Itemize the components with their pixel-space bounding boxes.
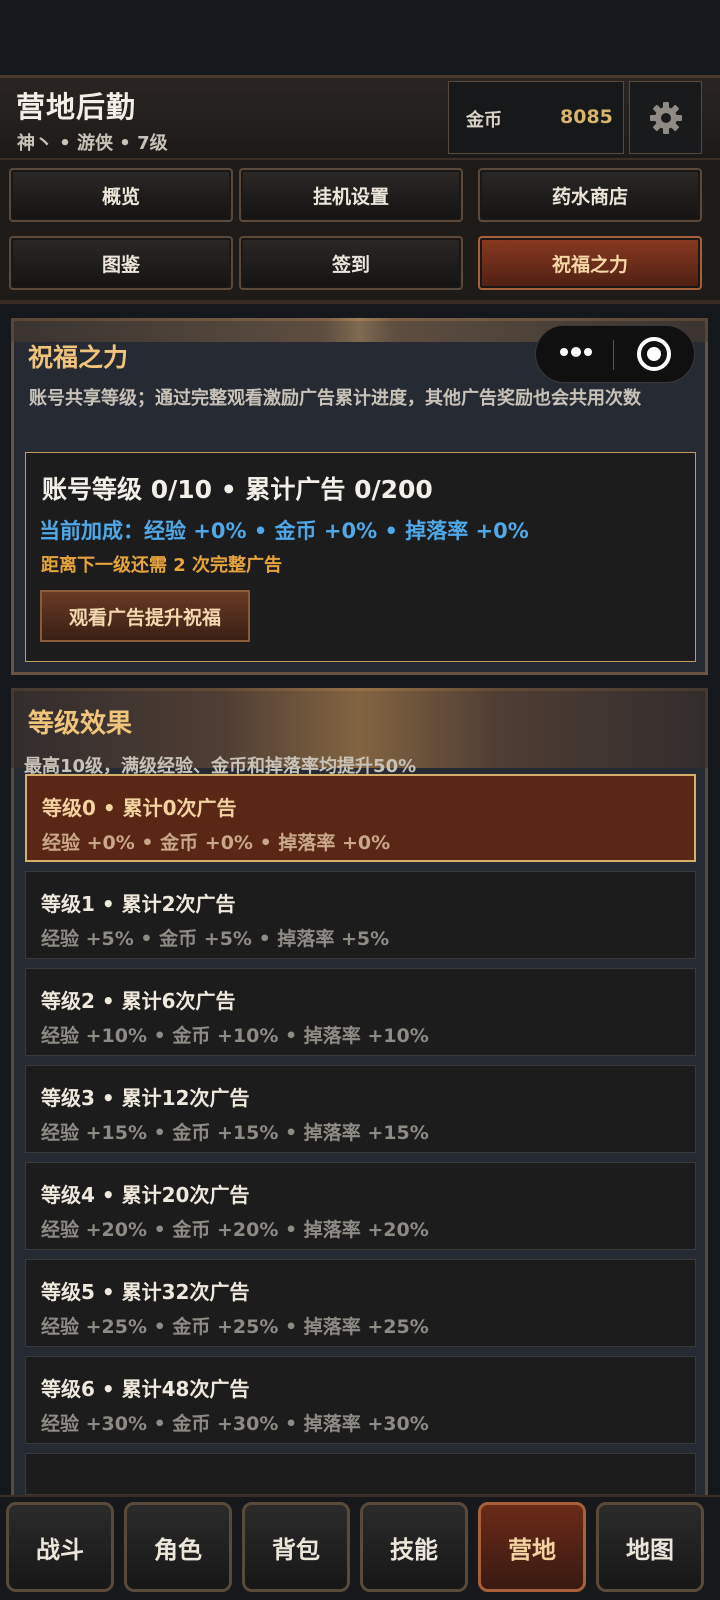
- player-info: 神丶 • 游侠 • 7级: [17, 133, 168, 154]
- level-row-4: 等级4 • 累计20次广告 经验 +20% • 金币 +20% • 掉落率 +2…: [25, 1162, 696, 1250]
- level-row-5: 等级5 • 累计32次广告 经验 +25% • 金币 +25% • 掉落率 +2…: [25, 1259, 696, 1347]
- blessing-description: 账号共享等级；通过完整观看激励广告累计进度，其他广告奖励也会共用次数: [29, 388, 641, 409]
- next-level-text: 距离下一级还需 2 次完整广告: [41, 555, 283, 576]
- level-row-1: 等级1 • 累计2次广告 经验 +5% • 金币 +5% • 掉落率 +5%: [25, 871, 696, 959]
- settings-button[interactable]: [629, 81, 702, 154]
- level-effects: 经验 +25% • 金币 +25% • 掉落率 +25%: [41, 1316, 429, 1338]
- level-row-6: 等级6 • 累计48次广告 经验 +30% • 金币 +30% • 掉落率 +3…: [25, 1356, 696, 1444]
- nav-blessing[interactable]: 祝福之力: [478, 236, 702, 290]
- more-dots-icon: [560, 347, 592, 357]
- nav-codex[interactable]: 图鉴: [9, 236, 233, 290]
- tab-map[interactable]: 地图: [596, 1502, 704, 1592]
- level-effects: 经验 +15% • 金币 +15% • 掉落率 +15%: [41, 1122, 429, 1144]
- gear-icon: [649, 101, 682, 134]
- level-effects: 经验 +20% • 金币 +20% • 掉落率 +20%: [41, 1219, 429, 1241]
- level-effects: 经验 +30% • 金币 +30% • 掉落率 +30%: [41, 1413, 429, 1435]
- level-row-3: 等级3 • 累计12次广告 经验 +15% • 金币 +15% • 掉落率 +1…: [25, 1065, 696, 1153]
- more-button[interactable]: [553, 336, 599, 368]
- level-row-partial: [25, 1453, 696, 1495]
- nav-potion-shop[interactable]: 药水商店: [478, 168, 702, 222]
- level-effects-title: 等级效果: [28, 709, 133, 739]
- level-row-0: 等级0 • 累计0次广告 经验 +0% • 金币 +0% • 掉落率 +0%: [25, 774, 696, 862]
- status-bar-area: [0, 0, 720, 75]
- tab-camp[interactable]: 营地: [478, 1502, 586, 1592]
- tab-bag[interactable]: 背包: [242, 1502, 350, 1592]
- level-row-2: 等级2 • 累计6次广告 经验 +10% • 金币 +10% • 掉落率 +10…: [25, 968, 696, 1056]
- blessing-title: 祝福之力: [28, 343, 129, 372]
- account-level-text: 账号等级 0/10 • 累计广告 0/200: [42, 475, 433, 504]
- gold-label: 金币: [466, 110, 502, 131]
- nav-checkin[interactable]: 签到: [239, 236, 463, 290]
- level-title: 等级2 • 累计6次广告: [41, 989, 236, 1013]
- nav-overview[interactable]: 概览: [9, 168, 233, 222]
- level-effects: 经验 +0% • 金币 +0% • 掉落率 +0%: [42, 832, 391, 854]
- gold-value: 8085: [560, 106, 613, 128]
- level-title: 等级5 • 累计32次广告: [41, 1280, 250, 1304]
- capsule-divider: [613, 340, 614, 370]
- page-title: 营地后勤: [16, 90, 137, 124]
- nav-idle-settings[interactable]: 挂机设置: [239, 168, 463, 222]
- current-bonus-text: 当前加成：经验 +0% • 金币 +0% • 掉落率 +0%: [39, 519, 529, 543]
- level-title: 等级3 • 累计12次广告: [41, 1086, 250, 1110]
- level-title: 等级1 • 累计2次广告: [41, 892, 236, 916]
- tab-skills[interactable]: 技能: [360, 1502, 468, 1592]
- level-title: 等级4 • 累计20次广告: [41, 1183, 250, 1207]
- level-effects: 经验 +5% • 金币 +5% • 掉落率 +5%: [41, 928, 390, 950]
- level-title: 等级6 • 累计48次广告: [41, 1377, 250, 1401]
- tab-character[interactable]: 角色: [124, 1502, 232, 1592]
- level-title: 等级0 • 累计0次广告: [42, 796, 237, 820]
- level-effects: 经验 +10% • 金币 +10% • 掉落率 +10%: [41, 1025, 429, 1047]
- watch-ad-button[interactable]: 观看广告提升祝福: [40, 590, 250, 642]
- target-icon: [637, 337, 671, 371]
- close-mini-program-button[interactable]: [634, 334, 674, 374]
- tab-battle[interactable]: 战斗: [6, 1502, 114, 1592]
